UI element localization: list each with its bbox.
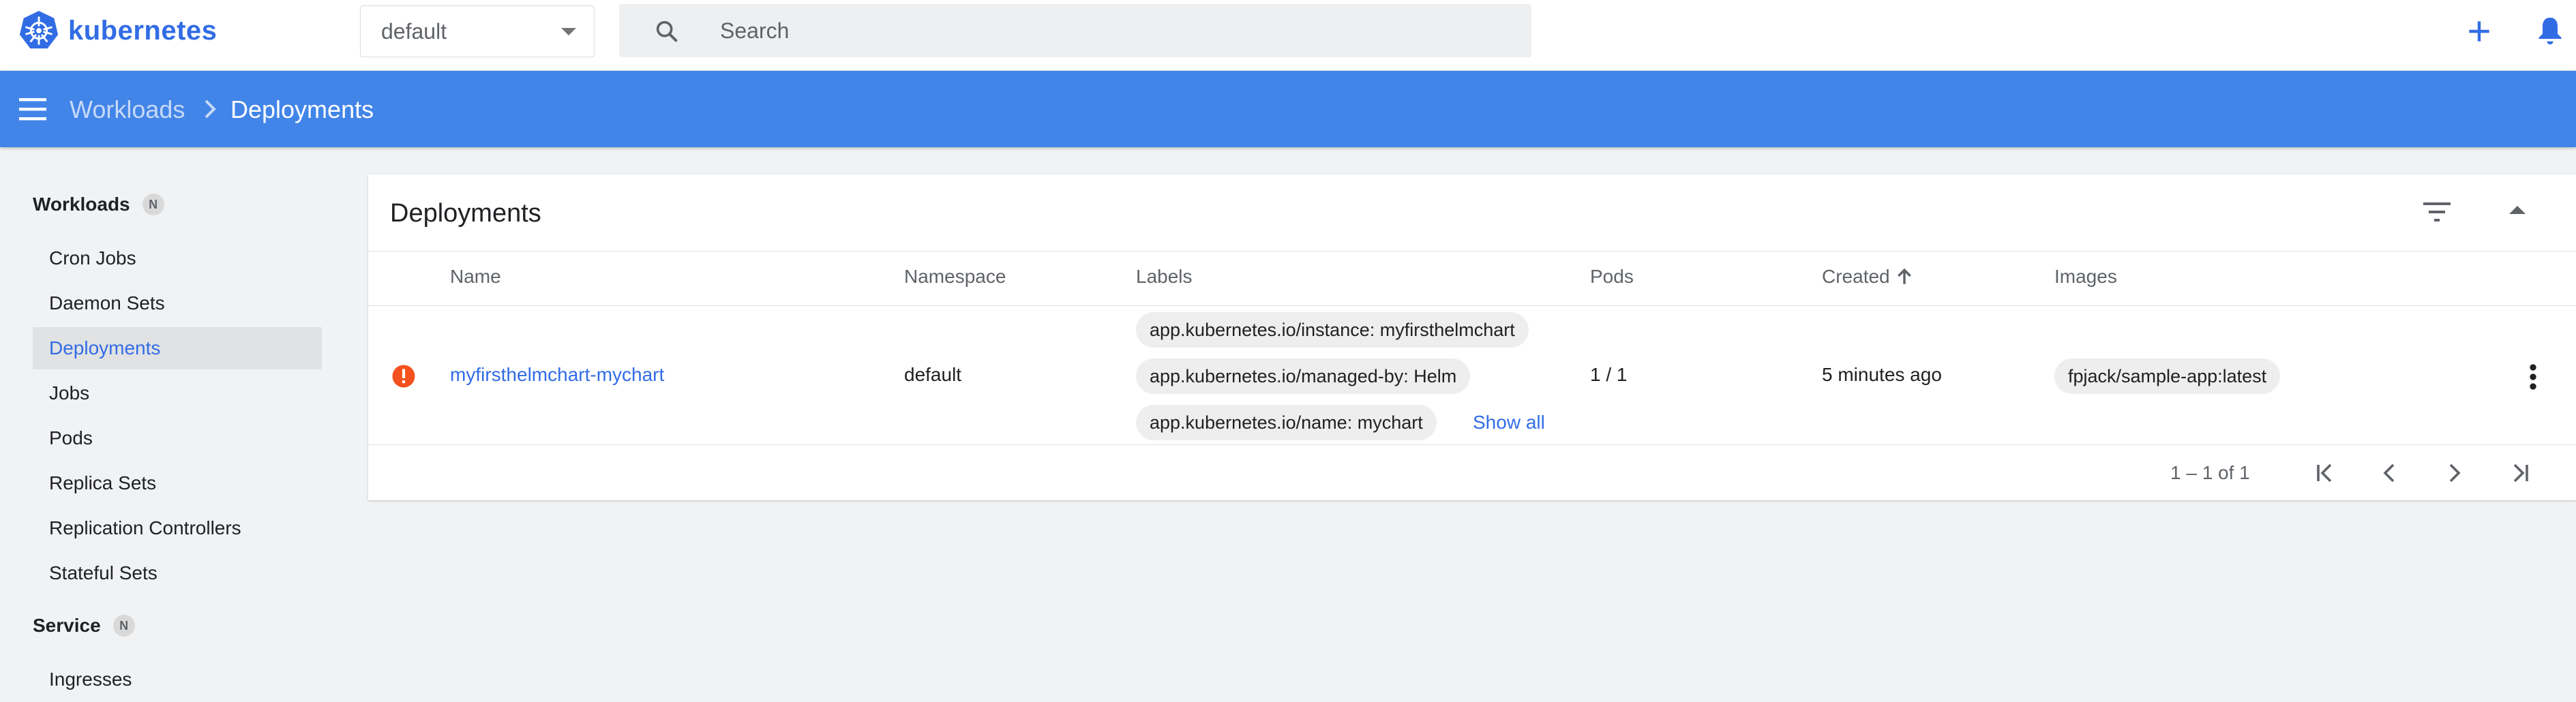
sidebar-item-daemon-sets[interactable]: Daemon Sets xyxy=(33,282,322,324)
sidebar: Workloads N Cron Jobs Daemon Sets Deploy… xyxy=(0,147,361,702)
column-header-name[interactable]: Name xyxy=(450,266,501,288)
namespace-value: default xyxy=(381,18,447,44)
search-icon xyxy=(656,20,678,42)
card-title: Deployments xyxy=(390,199,541,228)
filter-icon[interactable] xyxy=(2423,202,2451,222)
sidebar-item-replication-controllers[interactable]: Replication Controllers xyxy=(33,507,322,549)
divider xyxy=(368,444,2576,445)
deployment-namespace: default xyxy=(904,364,962,385)
sidebar-item-ingresses[interactable]: Ingresses xyxy=(33,658,322,701)
chevron-right-icon xyxy=(205,100,216,119)
notifications-bell-icon[interactable] xyxy=(2535,15,2565,48)
sidebar-group-service[interactable]: Service N xyxy=(33,615,135,637)
label-chip: app.kubernetes.io/instance: myfirsthelmc… xyxy=(1136,312,1529,348)
last-page-icon[interactable] xyxy=(2506,459,2534,487)
sidebar-item-stateful-sets[interactable]: Stateful Sets xyxy=(33,552,322,594)
column-header-created[interactable]: Created xyxy=(1822,266,1913,288)
first-page-icon[interactable] xyxy=(2311,459,2339,487)
caret-down-icon xyxy=(561,28,576,35)
menu-icon[interactable] xyxy=(19,97,46,121)
namespaced-badge: N xyxy=(113,615,135,637)
search-input[interactable] xyxy=(720,4,1470,57)
sidebar-item-cron-jobs[interactable]: Cron Jobs xyxy=(33,237,322,279)
app-title: kubernetes xyxy=(68,15,218,46)
error-status-icon xyxy=(392,365,415,388)
column-header-pods: Pods xyxy=(1590,266,1634,287)
collapse-up-icon[interactable] xyxy=(2509,204,2526,215)
column-header-namespace[interactable]: Namespace xyxy=(904,266,1006,288)
column-header-created-label: Created xyxy=(1822,266,1890,287)
kubernetes-logo-icon xyxy=(19,10,59,49)
sidebar-item-jobs[interactable]: Jobs xyxy=(33,372,322,414)
kubernetes-logo[interactable]: kubernetes xyxy=(18,10,217,52)
app-header: Workloads Deployments xyxy=(0,71,2576,147)
sidebar-item-pods[interactable]: Pods xyxy=(33,417,322,459)
more-vert-icon[interactable] xyxy=(2528,363,2538,391)
deployment-pods: 1 / 1 xyxy=(1590,364,1628,385)
sidebar-group-label: Service xyxy=(33,615,101,636)
deployments-card: Deployments Name Namespace Labels Pods C… xyxy=(368,174,2576,500)
namespaced-badge: N xyxy=(142,194,164,215)
sidebar-group-workloads[interactable]: Workloads N xyxy=(33,194,164,215)
breadcrumb-workloads[interactable]: Workloads xyxy=(70,95,185,124)
namespace-select[interactable]: default xyxy=(360,5,595,57)
sidebar-item-deployments[interactable]: Deployments xyxy=(33,327,322,369)
search-bar[interactable] xyxy=(619,4,1531,57)
top-bar: kubernetes default xyxy=(0,0,2576,71)
sidebar-group-label: Workloads xyxy=(33,194,130,215)
column-header-labels: Labels xyxy=(1136,266,1193,287)
page-title: Deployments xyxy=(230,95,374,123)
next-page-icon[interactable] xyxy=(2441,459,2468,487)
label-chip: app.kubernetes.io/managed-by: Helm xyxy=(1136,358,1471,394)
image-chip: fpjack/sample-app:latest xyxy=(2054,358,2281,394)
sidebar-item-replica-sets[interactable]: Replica Sets xyxy=(33,462,322,504)
pagination-range: 1 – 1 of 1 xyxy=(2170,462,2250,483)
create-plus-icon[interactable] xyxy=(2464,16,2494,46)
divider xyxy=(368,305,2576,306)
deployment-created: 5 minutes ago xyxy=(1822,364,1942,385)
previous-page-icon[interactable] xyxy=(2376,459,2403,487)
deployment-name-link[interactable]: myfirsthelmchart-mychart xyxy=(450,364,664,386)
label-chip: app.kubernetes.io/name: mychart xyxy=(1136,405,1437,440)
column-header-images: Images xyxy=(2054,266,2117,287)
show-all-labels-link[interactable]: Show all xyxy=(1473,412,1545,433)
sort-ascending-arrow-icon xyxy=(1897,268,1911,284)
